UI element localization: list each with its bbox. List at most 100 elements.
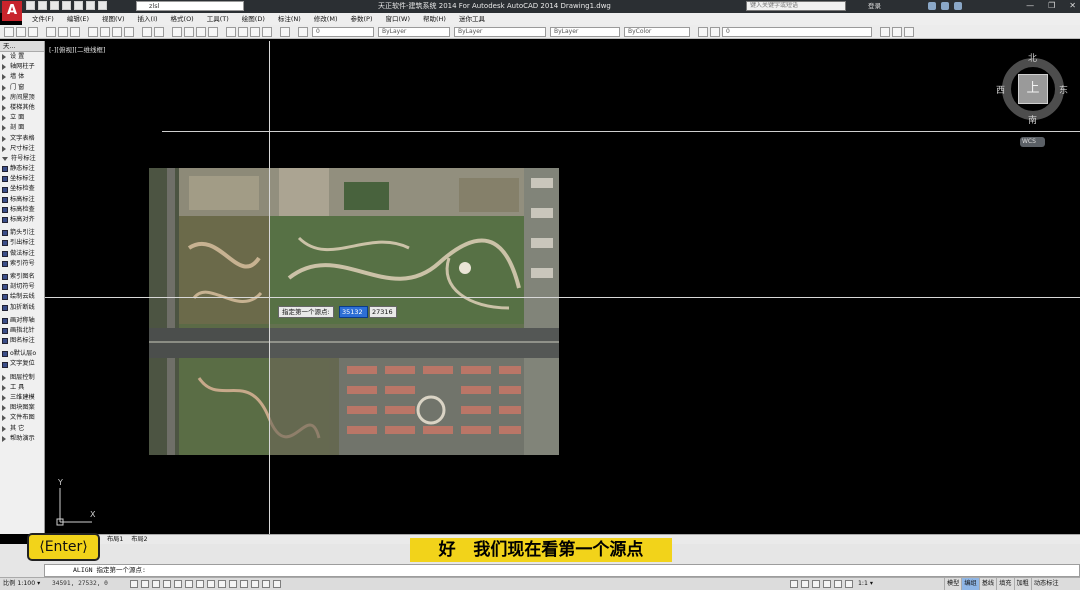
status-toggle-button[interactable]: 模型 — [944, 578, 961, 590]
sheet-set-icon[interactable] — [262, 27, 272, 37]
compass-east[interactable]: 东 — [1059, 83, 1068, 96]
ortho-mode-icon[interactable] — [163, 580, 171, 588]
close-button[interactable]: ✕ — [1069, 0, 1076, 12]
layer-props-icon[interactable] — [698, 27, 708, 37]
panel-item[interactable]: 楼梯其他 — [0, 103, 44, 113]
panel-item[interactable]: 索引图名 — [0, 272, 44, 282]
quick-properties-icon[interactable] — [262, 580, 270, 588]
panel-item[interactable]: 符号标注 — [0, 154, 44, 164]
selection-cycling-icon[interactable] — [273, 580, 281, 588]
panel-item[interactable]: 图层控制 — [0, 373, 44, 383]
compass-west[interactable]: 西 — [996, 83, 1005, 96]
menu-item[interactable]: 帮助(H) — [423, 13, 446, 25]
panel-item[interactable]: 其 它 — [0, 424, 44, 434]
model-icon[interactable] — [790, 580, 798, 588]
transparency-icon[interactable] — [251, 580, 259, 588]
workspace-select[interactable]: zlsl — [136, 1, 244, 11]
layer-iso-icon[interactable] — [904, 27, 914, 37]
zoom-icon[interactable] — [834, 580, 842, 588]
panel-item[interactable]: o默认层o — [0, 349, 44, 359]
otrack-icon[interactable] — [207, 580, 215, 588]
menu-item[interactable]: 修改(M) — [314, 13, 338, 25]
paste-icon[interactable] — [112, 27, 122, 37]
panel-item[interactable]: 标高检查 — [0, 205, 44, 215]
help-icon[interactable] — [280, 27, 290, 37]
lineweight-combo[interactable]: ByLayer — [550, 27, 620, 37]
connect-icon[interactable] — [941, 2, 949, 10]
tab-layout2[interactable]: 布局2 — [131, 535, 147, 544]
panel-item[interactable]: 静态标注 — [0, 164, 44, 174]
panel-item[interactable]: 立 面 — [0, 113, 44, 123]
panel-item[interactable]: 房间屋顶 — [0, 93, 44, 103]
panel-item[interactable]: 索引符号 — [0, 259, 44, 269]
design-center-icon[interactable] — [238, 27, 248, 37]
compass-north[interactable]: 北 — [1028, 51, 1037, 64]
help-icon[interactable] — [954, 2, 962, 10]
panel-item[interactable]: 三维建模 — [0, 393, 44, 403]
layer-current-icon[interactable] — [892, 27, 902, 37]
undo-icon[interactable] — [142, 27, 152, 37]
dynamic-input-icon[interactable] — [229, 580, 237, 588]
open-icon[interactable] — [16, 27, 26, 37]
panel-item[interactable]: 墙 体 — [0, 72, 44, 82]
object-snap-icon[interactable] — [185, 580, 193, 588]
panel-item[interactable]: 设 置 — [0, 52, 44, 62]
panel-item[interactable]: 门 窗 — [0, 83, 44, 93]
restore-button[interactable]: ❐ — [1048, 0, 1055, 12]
menu-item[interactable]: 文件(F) — [32, 13, 54, 25]
redo-icon[interactable] — [98, 1, 107, 10]
panel-item[interactable]: 尺寸标注 — [0, 144, 44, 154]
panel-item[interactable]: 加折断线 — [0, 303, 44, 313]
panel-item[interactable]: 文字复位 — [0, 359, 44, 369]
scale-dropdown[interactable]: 比例 1:100 ▾ — [3, 578, 40, 590]
layer-manager-icon[interactable] — [298, 27, 308, 37]
panel-item[interactable]: 文件布图 — [0, 413, 44, 423]
redo-icon[interactable] — [154, 27, 164, 37]
panel-item[interactable]: 图块图案 — [0, 403, 44, 413]
panel-item[interactable]: 坐标标注 — [0, 174, 44, 184]
snap-mode-icon[interactable] — [141, 580, 149, 588]
cut-icon[interactable] — [88, 27, 98, 37]
tab-layout1[interactable]: 布局1 — [107, 535, 123, 544]
panel-item[interactable]: 剖 面 — [0, 123, 44, 133]
grid-display-icon[interactable] — [152, 580, 160, 588]
panel-item[interactable]: 轴网柱子 — [0, 62, 44, 72]
panel-item[interactable]: 剖切符号 — [0, 282, 44, 292]
print-icon[interactable] — [74, 1, 83, 10]
panel-item[interactable]: 箭头引注 — [0, 228, 44, 238]
app-menu-button[interactable]: A — [2, 1, 22, 21]
3d-osnap-icon[interactable] — [196, 580, 204, 588]
undo-icon[interactable] — [86, 1, 95, 10]
panel-item[interactable]: 做法标注 — [0, 249, 44, 259]
menu-item[interactable]: 窗口(W) — [385, 13, 410, 25]
properties-icon[interactable] — [226, 27, 236, 37]
panel-item[interactable]: 帮助演示 — [0, 434, 44, 444]
panel-item[interactable]: 绘制云线 — [0, 292, 44, 302]
panel-item[interactable]: 标高标注 — [0, 195, 44, 205]
menu-item[interactable]: 视图(V) — [102, 13, 125, 25]
status-toggle-button[interactable]: 填充 — [996, 578, 1013, 590]
layer-combo[interactable]: 0 — [312, 27, 374, 37]
tool-palette-icon[interactable] — [250, 27, 260, 37]
menu-item[interactable]: 参数(P) — [350, 13, 372, 25]
menu-item[interactable]: 工具(T) — [207, 13, 229, 25]
new-icon[interactable] — [4, 27, 14, 37]
color-combo[interactable]: ByLayer — [378, 27, 450, 37]
plot-icon[interactable] — [46, 27, 56, 37]
panel-item[interactable]: 图名标注 — [0, 336, 44, 346]
layer-state-combo[interactable]: 0 — [722, 27, 872, 37]
pan-icon[interactable] — [172, 27, 182, 37]
publish-icon[interactable] — [70, 27, 80, 37]
quick-view-icon[interactable] — [812, 580, 820, 588]
menu-item[interactable]: 绘图(D) — [242, 13, 265, 25]
viewport-label[interactable]: [-][俯视][二维线框] — [49, 44, 106, 54]
minimize-button[interactable]: — — [1026, 0, 1034, 12]
viewcube-top-face[interactable]: 上 — [1018, 74, 1048, 104]
layout-icon[interactable] — [801, 580, 809, 588]
wcs-menu[interactable]: WCS — [1020, 137, 1045, 147]
exchange-icon[interactable] — [928, 2, 936, 10]
new-file-icon[interactable] — [26, 1, 35, 10]
dynamic-input-x[interactable]: 35132 — [339, 306, 368, 318]
status-toggle-button[interactable]: 动态标注 — [1030, 578, 1061, 590]
zoom-previous-icon[interactable] — [208, 27, 218, 37]
